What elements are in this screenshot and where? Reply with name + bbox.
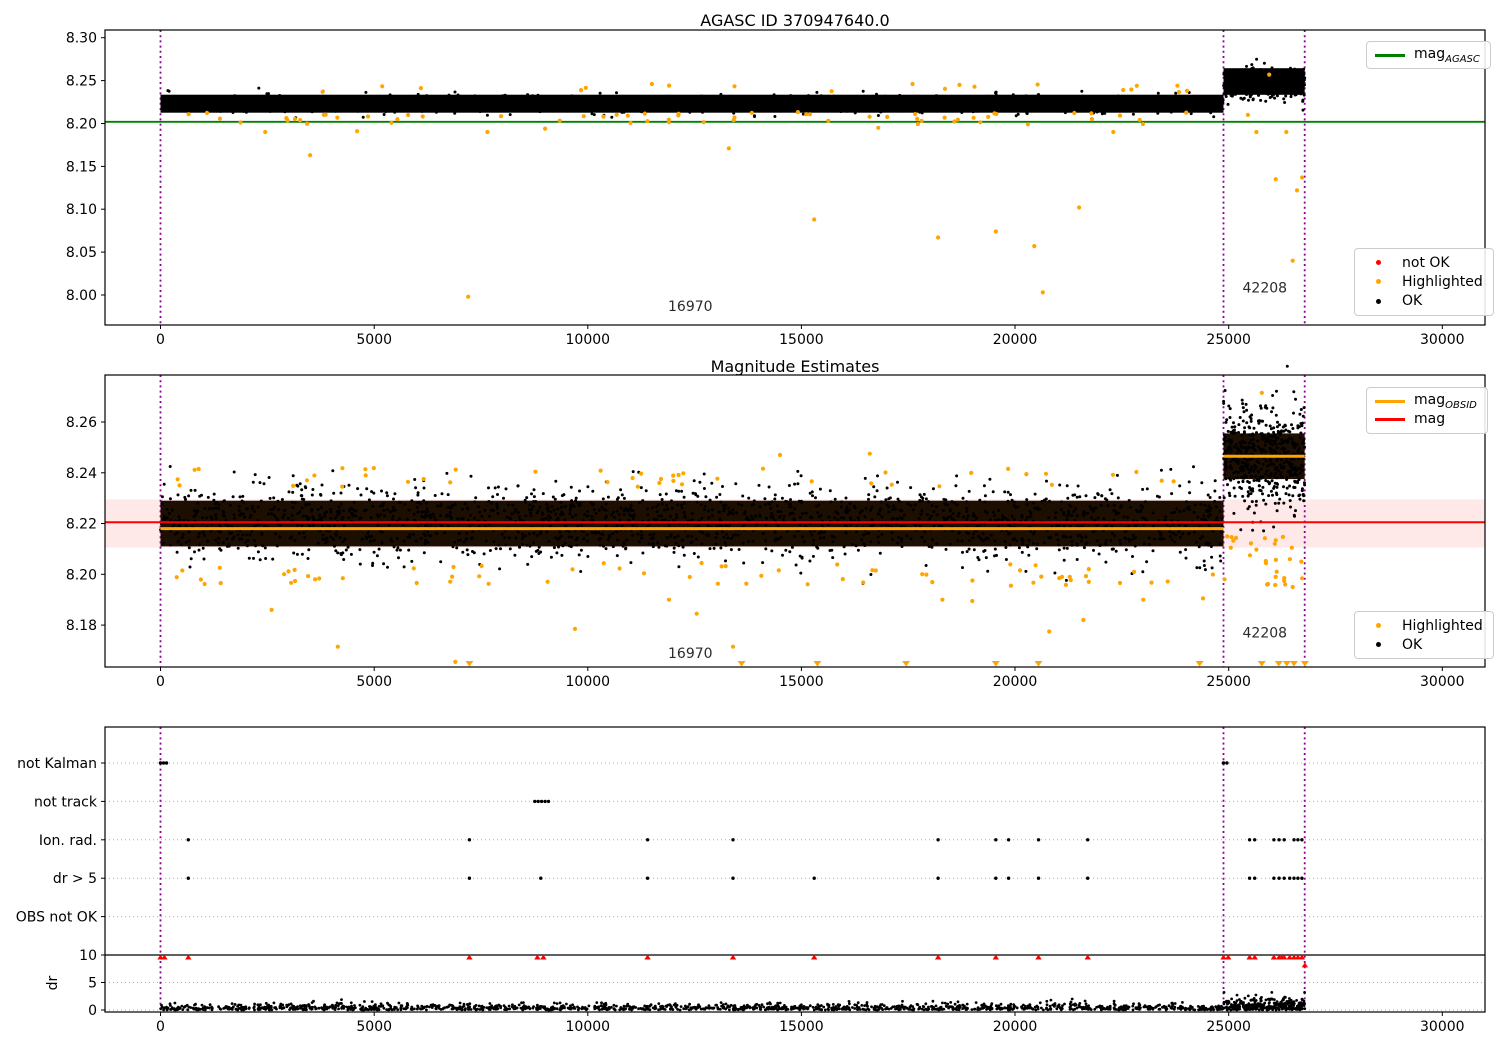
legend-label-mag-obsid: magOBSID bbox=[1414, 391, 1477, 411]
svg-text:8.20: 8.20 bbox=[66, 567, 97, 583]
svg-text:25000: 25000 bbox=[1206, 674, 1251, 690]
legend-label-mag: mag bbox=[1414, 410, 1446, 427]
mag-line-swatch bbox=[1375, 418, 1405, 422]
legend-label-ok-2: OK bbox=[1402, 636, 1423, 653]
svg-text:8.22: 8.22 bbox=[66, 517, 97, 533]
svg-text:42208: 42208 bbox=[1243, 280, 1288, 296]
svg-text:16970: 16970 bbox=[668, 299, 713, 315]
svg-text:0: 0 bbox=[156, 674, 165, 690]
plot2-title: Magnitude Estimates bbox=[710, 357, 880, 376]
ok-dot-icon bbox=[1363, 642, 1393, 647]
legend-label-mag-agasc: magAGASC bbox=[1414, 45, 1480, 65]
legend-item-mag-agasc: magAGASC bbox=[1375, 46, 1480, 65]
svg-text:42208: 42208 bbox=[1243, 626, 1288, 642]
svg-text:15000: 15000 bbox=[779, 332, 824, 348]
legend-label-not-ok: not OK bbox=[1402, 254, 1450, 271]
svg-text:8.24: 8.24 bbox=[66, 466, 97, 482]
legend-label-highlighted: Highlighted bbox=[1402, 273, 1483, 290]
legend-item-ok: OK bbox=[1363, 292, 1483, 311]
svg-text:8.05: 8.05 bbox=[66, 245, 97, 261]
legend-item-ok-2: OK bbox=[1363, 635, 1483, 654]
svg-text:8.30: 8.30 bbox=[66, 31, 97, 47]
plot3-dr-points bbox=[159, 991, 1307, 1012]
svg-text:8.26: 8.26 bbox=[66, 415, 97, 431]
svg-text:5000: 5000 bbox=[356, 332, 392, 348]
svg-text:8.18: 8.18 bbox=[66, 618, 97, 634]
mag-obsid-line-swatch bbox=[1375, 399, 1405, 403]
legend-item-mag-obsid: magOBSID bbox=[1375, 392, 1477, 411]
svg-text:8.10: 8.10 bbox=[66, 202, 97, 218]
svg-text:8.15: 8.15 bbox=[66, 159, 97, 175]
legend-plot1-markers: not OK Highlighted OK bbox=[1354, 248, 1494, 316]
svg-text:10000: 10000 bbox=[566, 674, 611, 690]
legend-plot2-lines: magOBSID mag bbox=[1366, 387, 1488, 434]
legend-item-highlighted: Highlighted bbox=[1363, 272, 1483, 291]
svg-text:5000: 5000 bbox=[356, 674, 392, 690]
dr-axis-label: dr bbox=[45, 975, 61, 990]
highlighted-dot-icon bbox=[1363, 279, 1393, 285]
plots-canvas: 16970 42208 0 5000 10000 15000 20000 25000 30000… bbox=[16, 29, 1486, 1035]
svg-text:20000: 20000 bbox=[993, 332, 1038, 348]
mag-agasc-line-swatch bbox=[1375, 53, 1405, 57]
plot2-clipped-low-markers bbox=[465, 661, 1309, 667]
plot2-ok-points bbox=[159, 364, 1307, 585]
legend-label-highlighted-2: Highlighted bbox=[1402, 617, 1483, 634]
svg-text:8.00: 8.00 bbox=[66, 288, 97, 304]
plot3-not-ok-markers bbox=[157, 954, 1309, 968]
svg-text:15000: 15000 bbox=[779, 674, 824, 690]
plot3-flag-points bbox=[533, 799, 551, 804]
svg-text:20000: 20000 bbox=[993, 674, 1038, 690]
not-ok-dot-icon bbox=[1363, 260, 1393, 266]
legend-item-mag: mag bbox=[1375, 411, 1477, 430]
plot1-title: AGASC ID 370947640.0 bbox=[700, 11, 890, 30]
matplotlib-figure: 16970 42208 0 5000 10000 15000 20000 25000 30000… bbox=[0, 0, 1500, 1050]
highlighted-dot-icon bbox=[1363, 623, 1393, 628]
svg-text:30000: 30000 bbox=[1420, 674, 1465, 690]
svg-text:25000: 25000 bbox=[1206, 332, 1251, 348]
svg-text:8.20: 8.20 bbox=[66, 117, 97, 133]
svg-text:30000: 30000 bbox=[1420, 332, 1465, 348]
legend-label-ok: OK bbox=[1402, 293, 1423, 310]
svg-text:16970: 16970 bbox=[668, 646, 713, 662]
svg-text:10000: 10000 bbox=[566, 332, 611, 348]
legend-plot2-markers: Highlighted OK bbox=[1354, 611, 1494, 659]
svg-text:0: 0 bbox=[156, 332, 165, 348]
ok-dot-icon bbox=[1363, 298, 1393, 304]
legend-item-highlighted-2: Highlighted bbox=[1363, 616, 1483, 635]
svg-text:8.25: 8.25 bbox=[66, 74, 97, 90]
legend-item-not-ok: not OK bbox=[1363, 253, 1483, 272]
legend-mag-agasc: magAGASC bbox=[1366, 41, 1491, 69]
